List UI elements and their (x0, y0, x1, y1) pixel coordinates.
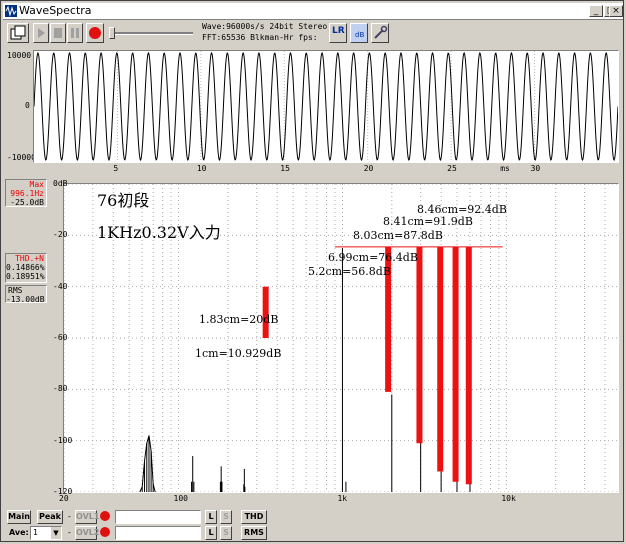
wave-x-tick: 20 (363, 164, 374, 173)
spec-x-tick: 100 (173, 494, 188, 503)
spec-y-tick: 0dB (53, 179, 68, 188)
wave-x-tick: 10 (196, 164, 207, 173)
spec-x-tick: 10k (501, 494, 516, 503)
spec-x-tick: 1k (337, 494, 348, 503)
ovl1-record-icon[interactable] (100, 511, 110, 521)
slider-thumb[interactable] (109, 27, 115, 39)
play-button[interactable] (33, 23, 49, 43)
annotation-h2: 5.2cm=56.8dB (308, 265, 391, 278)
spec-y-tick: -80 (53, 384, 68, 394)
ovl1-load-button[interactable]: L (205, 510, 217, 524)
waveform-panel: 10000 0 -10000 5 10 15 20 25 30 ms (3, 47, 623, 173)
wave-x-tick: 15 (280, 164, 290, 173)
spec-y-tick: -20 (53, 230, 68, 240)
minimize-button[interactable]: _ (589, 5, 603, 17)
spec-y-tick: -60 (53, 333, 68, 342)
wave-y-tick-top: 10000 (7, 51, 32, 60)
red-bar (437, 246, 444, 472)
title-bar[interactable]: WaveSpectra _ □ (3, 3, 623, 20)
annotation-h5: 8.41cm=91.9dB (383, 215, 473, 228)
app-icon (5, 5, 17, 17)
annotation-scale-1: 1.83cm=20dB (199, 313, 279, 326)
rms-label: RMS (8, 286, 23, 295)
ave-value: 1 (33, 528, 38, 537)
lr-channel-button[interactable]: LR (329, 23, 347, 43)
dash-1: - (67, 512, 72, 521)
record-button[interactable] (86, 23, 104, 43)
chevron-down-icon[interactable]: ▼ (51, 527, 61, 539)
ovl1-file-field[interactable] (115, 510, 201, 524)
settings-button[interactable] (371, 23, 389, 43)
wrench-icon (374, 25, 388, 39)
wave-x-tick: 25 (447, 164, 457, 173)
ovl2-file-field[interactable] (115, 526, 201, 540)
main-button[interactable]: Main (7, 510, 31, 524)
rms-val: -13.00dB (6, 295, 45, 304)
db-scale-button[interactable]: dB (350, 23, 368, 43)
thd-readout: THD.+N 0.14866% 0.18951% (5, 253, 47, 283)
spec-y-tick: -40 (53, 281, 68, 291)
db-label: dB (355, 31, 365, 39)
fft-info: FFT:65536 Blkman-Hr fps: (202, 33, 318, 42)
wave-info: Wave:96000s/s 24bit Stereo (202, 22, 328, 31)
stop-icon (54, 28, 62, 38)
spectrum-line (139, 435, 156, 492)
red-bar (465, 246, 472, 485)
thd-label: THD.+N (15, 254, 44, 263)
toolbar: Wave:96000s/s 24bit Stereo FFT:65536 Blk… (3, 20, 623, 46)
wave-y-tick-mid: 0 (25, 101, 30, 110)
close-button[interactable]: × (609, 5, 623, 17)
ovl2-record-icon[interactable] (100, 527, 110, 537)
red-bar (416, 246, 423, 444)
ovl1-save-button[interactable]: S (220, 510, 232, 524)
wave-x-unit: ms (500, 164, 510, 173)
play-icon (38, 28, 45, 38)
annotation-h4: 8.03cm=87.8dB (353, 229, 443, 242)
ovl2-save-button[interactable]: S (220, 526, 232, 540)
readout-column: Max 996.1Hz -25.0dB THD.+N 0.14866% 0.18… (1, 177, 53, 501)
red-bar (452, 246, 459, 482)
wave-x-tick: 5 (113, 164, 119, 173)
open-file-button[interactable] (7, 23, 29, 43)
spectrum-panel: 76初段 1KHz0.32V入力 1.83cm=20dB 1cm=10.929d… (53, 177, 623, 505)
waveform-trace (34, 51, 618, 162)
annotation-h3: 6.99cm=76.4dB (328, 251, 418, 264)
dash-2: - (67, 528, 72, 537)
peak-button[interactable]: Peak (37, 510, 63, 524)
wave-x-tick: 30 (530, 164, 541, 173)
annotation-scale-2: 1cm=10.929dB (195, 347, 282, 360)
stop-button[interactable] (50, 23, 66, 43)
spec-x-tick: 20 (59, 494, 69, 503)
annotation-h6: 8.46cm=92.4dB (417, 203, 507, 216)
waveform-plot[interactable] (33, 50, 619, 163)
record-icon (89, 27, 101, 39)
bottom-bar: Main Peak - OVL1 L S THD Ave: 1 ▼ - OVL2… (3, 507, 623, 541)
ovl1-button[interactable]: OVL1 (75, 510, 99, 524)
rms-button[interactable]: RMS (241, 526, 267, 540)
spec-y-tick: -100 (53, 435, 73, 445)
ovl2-load-button[interactable]: L (205, 526, 217, 540)
max-db: -25.0dB (10, 198, 44, 207)
max-freq: 996.1Hz (10, 189, 44, 198)
ave-select[interactable]: 1 ▼ (30, 526, 62, 540)
max-label: Max (29, 180, 44, 189)
window-title: WaveSpectra (19, 4, 92, 17)
app-window: WaveSpectra _ □ × Wave:96000s/s 24bit St… (0, 0, 624, 542)
ave-label: Ave: (9, 528, 29, 537)
thd-val1: 0.14866% (6, 263, 45, 272)
lr-label: LR (332, 26, 345, 36)
annotation-title: 76初段 (97, 191, 150, 210)
thd-button[interactable]: THD (241, 510, 267, 524)
max-readout: Max 996.1Hz -25.0dB (5, 179, 47, 207)
pause-icon (71, 28, 79, 38)
position-slider[interactable] (109, 32, 193, 35)
wave-y-tick-bottom: -10000 (7, 153, 36, 162)
ovl2-button[interactable]: OVL2 (75, 526, 99, 540)
annotation-subtitle: 1KHz0.32V入力 (97, 223, 221, 242)
open-file-icon (10, 25, 26, 40)
pause-button[interactable] (67, 23, 83, 43)
thd-val2: 0.18951% (6, 272, 45, 281)
rms-readout: RMS -13.00dB (5, 285, 47, 304)
